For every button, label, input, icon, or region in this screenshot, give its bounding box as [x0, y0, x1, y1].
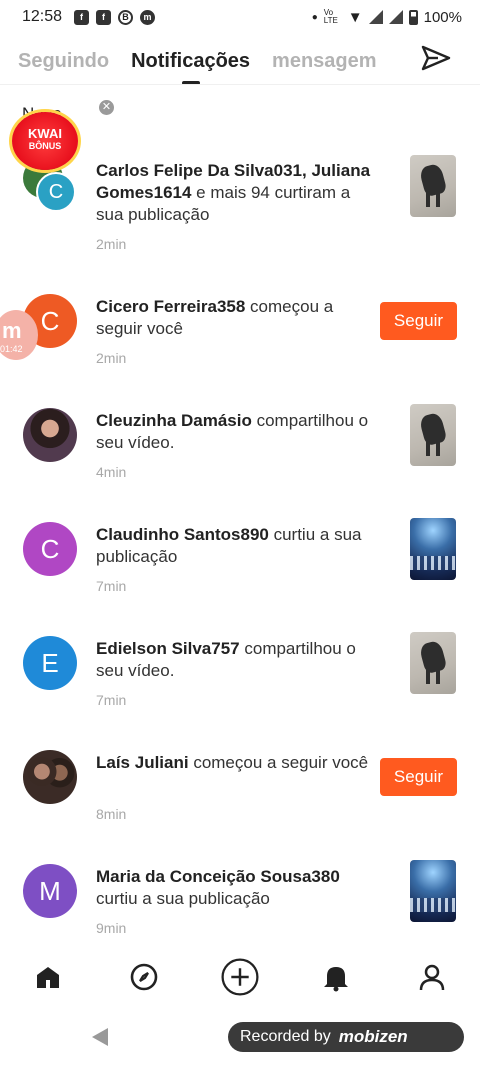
facebook-icon: f [96, 9, 112, 25]
notification-time: 7min [96, 578, 127, 594]
tab-notificacoes[interactable]: Notificações [131, 50, 250, 85]
signal-icon-2 [388, 10, 403, 24]
notification-time: 7min [96, 692, 127, 708]
notification-text: Edielson Silva757 compartilhou o seu víd… [96, 639, 356, 680]
bottom-nav [0, 946, 480, 1008]
video-thumbnail[interactable] [410, 632, 456, 694]
wifi-icon: ▼ [347, 8, 363, 26]
notification-item[interactable]: E Edielson Silva757 compartilhou o seu v… [0, 632, 480, 742]
follow-button[interactable]: Seguir [380, 302, 457, 340]
mobizen-icon: m [140, 9, 156, 25]
volte-icon: Vo LTE [323, 8, 338, 25]
tabs-divider [0, 84, 480, 85]
home-icon[interactable] [28, 957, 68, 997]
notification-text: Cleuzinha Damásio compartilhou o seu víd… [96, 411, 369, 452]
b-app-icon: B [118, 9, 134, 25]
notification-time: 2min [96, 350, 127, 366]
explore-compass-icon[interactable] [124, 957, 164, 997]
kwai-bonus-badge[interactable]: KWAI BÔNUS [12, 112, 78, 170]
signal-icon [368, 10, 383, 24]
avatar-secondary[interactable]: C [36, 172, 76, 212]
notification-time: 8min [96, 806, 127, 822]
create-plus-icon[interactable] [220, 957, 260, 997]
status-time: 12:58 [22, 8, 63, 25]
video-thumbnail[interactable] [410, 518, 456, 580]
notification-item[interactable]: Laís Juliani começou a seguir você 8min … [0, 746, 480, 856]
video-thumbnail[interactable] [410, 860, 456, 922]
avatar[interactable]: E [23, 636, 77, 690]
tab-mensagem[interactable]: mensagem [272, 50, 377, 73]
notification-time: 9min [96, 920, 127, 936]
notification-item[interactable]: C Claudinho Santos890 curtiu a sua publi… [0, 518, 480, 628]
user-name[interactable]: Claudinho Santos890 [96, 525, 269, 544]
close-icon[interactable]: ✕ [99, 100, 114, 115]
notification-text: Laís Juliani começou a seguir você [96, 753, 369, 772]
avatar[interactable]: M [23, 864, 77, 918]
notification-time: 2min [96, 236, 127, 252]
bell-icon[interactable] [316, 957, 356, 997]
notification-text: Maria da Conceição Sousa380 curtiu a sua… [96, 867, 340, 908]
user-name[interactable]: Carlos Felipe Da Silva031 [96, 161, 302, 180]
avatar[interactable] [23, 750, 77, 804]
follow-button[interactable]: Seguir [380, 758, 457, 796]
status-bar: 12:58 f f B m ● Vo LTE ▼ 100% [0, 0, 480, 34]
user-name[interactable]: Laís Juliani [96, 753, 189, 772]
user-name[interactable]: Maria da Conceição Sousa380 [96, 867, 340, 886]
dot-icon: ● [311, 11, 318, 23]
send-icon[interactable] [420, 42, 452, 74]
notification-text: Carlos Felipe Da Silva031, Juliana Gomes… [96, 161, 371, 224]
notification-text: Claudinho Santos890 curtiu a sua publica… [96, 525, 362, 566]
recording-banner: Recorded by mobizen [228, 1022, 464, 1052]
back-icon[interactable] [92, 1028, 108, 1046]
tab-seguindo[interactable]: Seguindo [18, 50, 109, 73]
profile-icon[interactable] [412, 957, 452, 997]
user-name[interactable]: Cleuzinha Damásio [96, 411, 252, 430]
avatar[interactable]: C [23, 522, 77, 576]
notification-time: 4min [96, 464, 127, 480]
top-tabs: Seguindo Notificações mensagem [0, 38, 480, 85]
facebook-icon: f [74, 9, 90, 25]
battery-percent: 100% [423, 8, 462, 26]
notification-item[interactable]: C Carlos Felipe Da Silva031, Juliana Gom… [0, 150, 480, 260]
user-name[interactable]: Cicero Ferreira358 [96, 297, 245, 316]
system-nav: Recorded by mobizen [0, 1016, 480, 1066]
video-thumbnail[interactable] [410, 404, 456, 466]
video-thumbnail[interactable] [410, 155, 456, 217]
notification-item[interactable]: Cleuzinha Damásio compartilhou o seu víd… [0, 404, 480, 514]
notification-text: Cicero Ferreira358 começou a seguir você [96, 297, 334, 338]
battery-icon [408, 9, 418, 25]
user-name[interactable]: Edielson Silva757 [96, 639, 240, 658]
notification-item[interactable]: C Cicero Ferreira358 começou a seguir vo… [0, 290, 480, 400]
avatar[interactable] [23, 408, 77, 462]
